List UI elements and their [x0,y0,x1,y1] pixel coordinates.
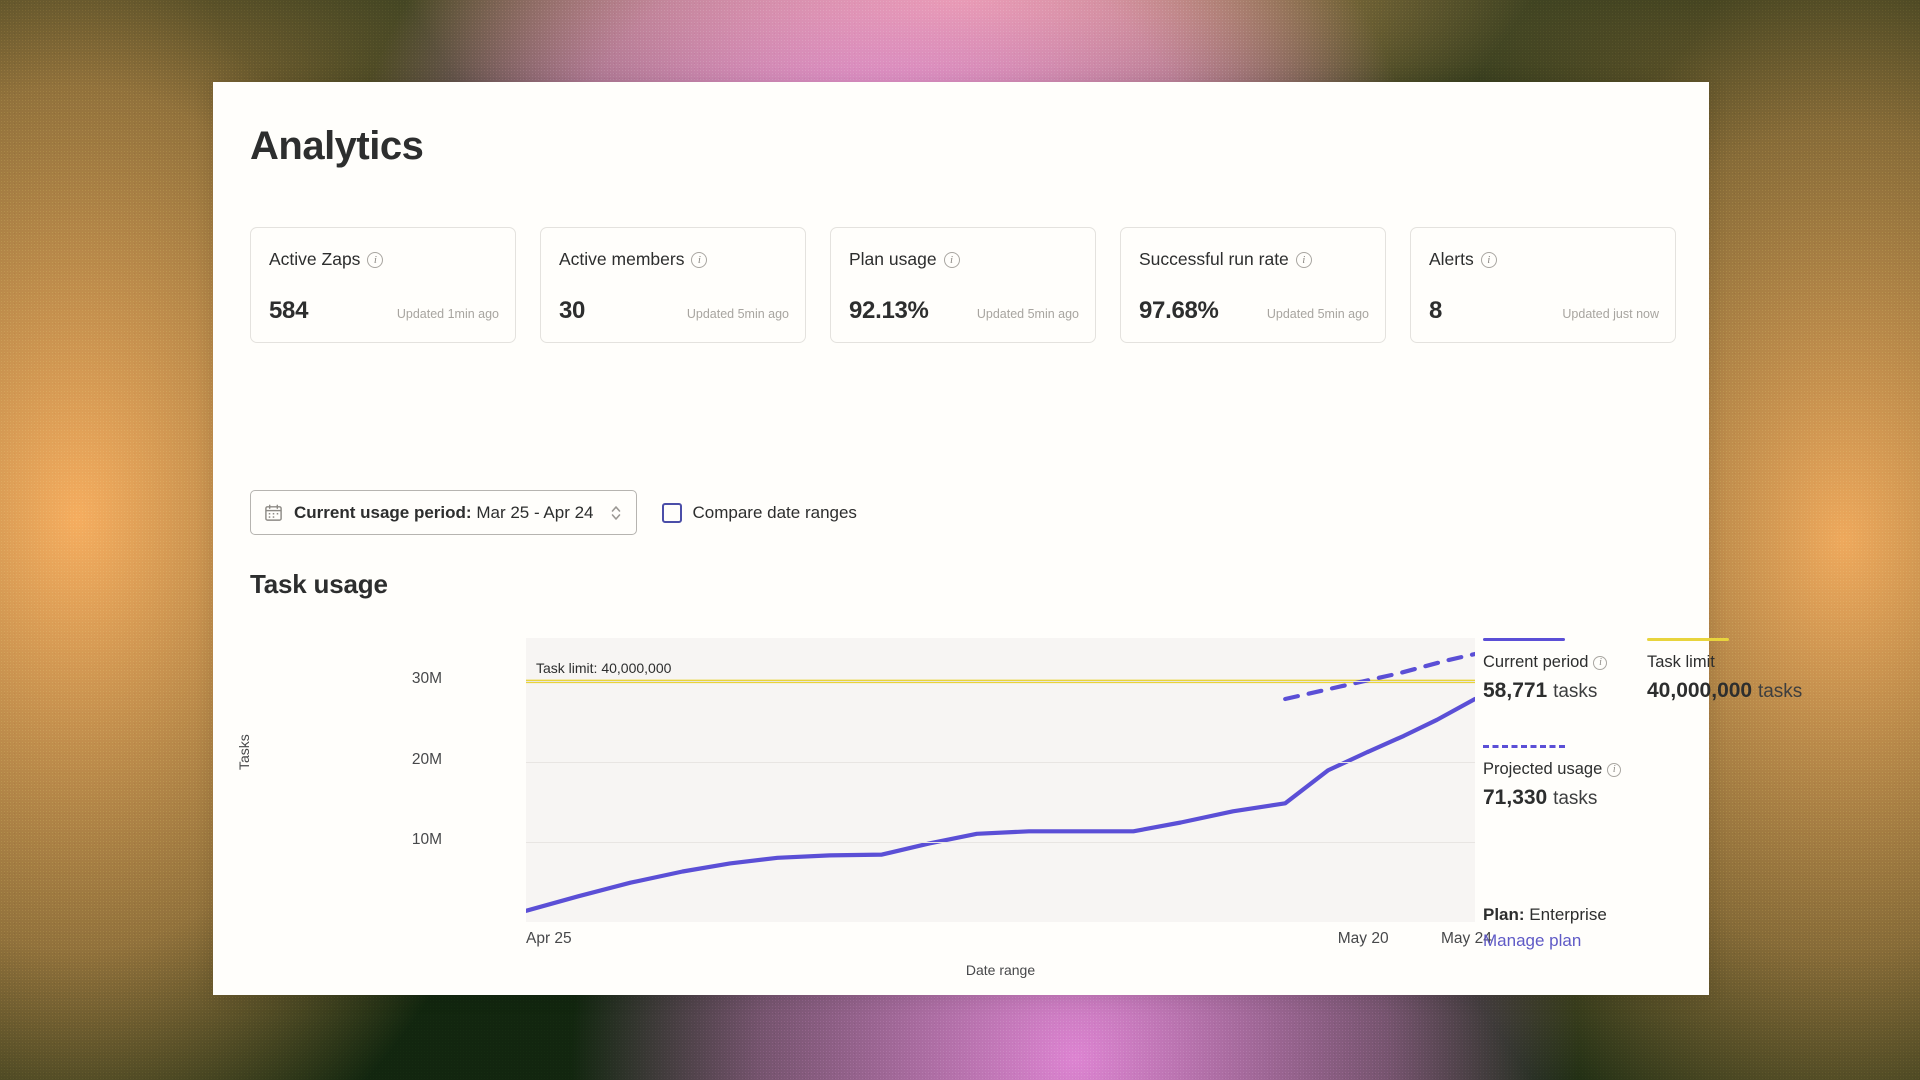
stat-value: 584 [269,297,308,325]
legend-value: 40,000,000 [1647,679,1752,702]
date-range-prefix: Current usage period: [294,503,472,522]
legend-swatch-dashed [1483,745,1565,748]
stat-label: Active members [559,249,684,270]
stat-card-active-zaps[interactable]: Active Zaps 584 Updated 1min ago [250,227,516,343]
y-axis-tick-label: 30M [382,670,442,688]
chart-legend: Current period 58,771 tasks Task limit 4… [1483,638,1813,810]
stat-card-body: 97.68% Updated 5min ago [1139,297,1369,325]
legend-label-row: Task limit [1647,653,1813,672]
legend-item-task-limit: Task limit 40,000,000 tasks [1647,638,1813,703]
page-background: Analytics Active Zaps 584 Updated 1min a… [0,0,1920,1080]
legend-value: 71,330 [1483,786,1547,809]
legend-value-row: 71,330 tasks [1483,786,1647,810]
stat-card-header: Active members [559,249,787,270]
x-axis-tick-label: May 20 [1338,930,1389,948]
x-axis-tick-label: Apr 25 [526,930,572,948]
stat-value: 97.68% [1139,297,1219,325]
chart-plot-area[interactable] [526,638,1475,922]
legend-swatch-solid [1483,638,1565,641]
compare-date-ranges-control[interactable]: Compare date ranges [662,503,857,523]
task-limit-annotation: Task limit: 40,000,000 [536,660,671,676]
stat-value: 30 [559,297,585,325]
chart-series-line [526,752,1368,911]
y-axis-title: Tasks [236,734,252,770]
info-icon[interactable] [1481,252,1497,268]
legend-label-row: Current period [1483,653,1647,672]
stat-card-plan-usage[interactable]: Plan usage 92.13% Updated 5min ago [830,227,1096,343]
legend-label: Projected usage [1483,760,1602,779]
stat-card-header: Plan usage [849,249,1077,270]
x-axis-title: Date range [526,962,1475,978]
plan-name: Enterprise [1529,905,1606,924]
stat-updated-text: Updated 5min ago [687,307,789,321]
legend-value: 58,771 [1483,679,1547,702]
date-range-value: Mar 25 - Apr 24 [476,503,593,522]
stat-updated-text: Updated 1min ago [397,307,499,321]
stat-card-header: Active Zaps [269,249,497,270]
stat-label: Alerts [1429,249,1474,270]
controls-row: Current usage period: Mar 25 - Apr 24 Co… [250,490,857,535]
legend-unit: tasks [1758,681,1802,702]
page-title: Analytics [250,124,423,169]
chart-series-line [1285,654,1475,699]
chart-gridline [526,762,1475,763]
section-title-task-usage: Task usage [250,569,388,600]
legend-label: Task limit [1647,653,1715,672]
compare-date-ranges-checkbox[interactable] [662,503,682,523]
stat-card-successful-run-rate[interactable]: Successful run rate 97.68% Updated 5min … [1120,227,1386,343]
date-range-text: Current usage period: Mar 25 - Apr 24 [294,503,594,523]
plan-label: Plan: [1483,905,1525,924]
stat-value: 92.13% [849,297,929,325]
legend-label-row: Projected usage [1483,760,1647,779]
stat-label: Successful run rate [1139,249,1289,270]
legend-item-projected-usage: Projected usage 71,330 tasks [1483,745,1647,810]
legend-unit: tasks [1553,788,1597,809]
legend-spacer [1647,745,1813,810]
legend-item-current-period: Current period 58,771 tasks [1483,638,1647,703]
stat-card-header: Successful run rate [1139,249,1367,270]
task-usage-chart: Tasks 10M20M30M Task limit: 40,000,000 A… [250,638,1680,968]
compare-date-ranges-label: Compare date ranges [693,503,857,523]
stat-updated-text: Updated 5min ago [1267,307,1369,321]
info-icon[interactable] [691,252,707,268]
stat-card-header: Alerts [1429,249,1657,270]
analytics-panel: Analytics Active Zaps 584 Updated 1min a… [213,82,1709,995]
chevron-up-down-icon[interactable] [609,502,623,524]
stat-card-row: Active Zaps 584 Updated 1min ago Active … [250,227,1676,343]
stat-card-alerts[interactable]: Alerts 8 Updated just now [1410,227,1676,343]
legend-label: Current period [1483,653,1588,672]
info-icon[interactable] [1607,763,1621,777]
manage-plan-link[interactable]: Manage plan [1483,931,1581,951]
stat-card-body: 584 Updated 1min ago [269,297,499,325]
legend-unit: tasks [1553,681,1597,702]
info-icon[interactable] [367,252,383,268]
legend-value-row: 58,771 tasks [1483,679,1647,703]
stat-updated-text: Updated just now [1562,307,1659,321]
legend-swatch-solid [1647,638,1729,641]
info-icon[interactable] [1593,656,1607,670]
date-range-selector[interactable]: Current usage period: Mar 25 - Apr 24 [250,490,637,535]
info-icon[interactable] [1296,252,1312,268]
plan-info: Plan: Enterprise Manage plan [1483,905,1607,951]
stat-card-body: 92.13% Updated 5min ago [849,297,1079,325]
stat-label: Plan usage [849,249,937,270]
stat-card-body: 30 Updated 5min ago [559,297,789,325]
info-icon[interactable] [944,252,960,268]
stat-value: 8 [1429,297,1442,325]
stat-card-body: 8 Updated just now [1429,297,1659,325]
chart-gridline [526,842,1475,843]
stat-label: Active Zaps [269,249,360,270]
legend-value-row: 40,000,000 tasks [1647,679,1813,703]
calendar-icon [264,503,283,522]
plan-line: Plan: Enterprise [1483,905,1607,925]
stat-updated-text: Updated 5min ago [977,307,1079,321]
legend-grid: Current period 58,771 tasks Task limit 4… [1483,638,1813,810]
chart-series-line [1368,699,1475,752]
chart-gridline [526,681,1475,682]
y-axis-tick-label: 10M [382,831,442,849]
stat-card-active-members[interactable]: Active members 30 Updated 5min ago [540,227,806,343]
y-axis-tick-label: 20M [382,751,442,769]
